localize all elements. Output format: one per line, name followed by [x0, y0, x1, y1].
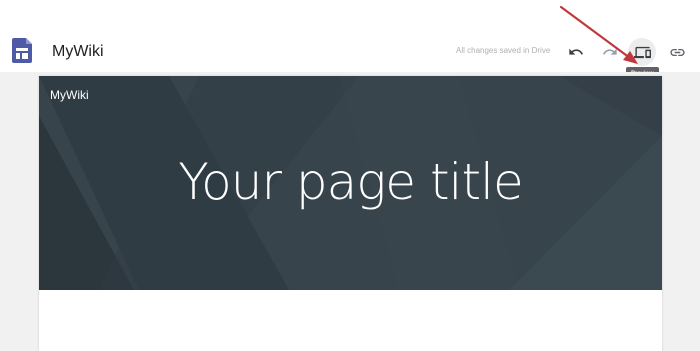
page-header-banner[interactable]: MyWiki Your page title — [39, 76, 662, 290]
editor-canvas: MyWiki Your page title — [0, 72, 700, 351]
page-title[interactable]: Your page title — [39, 152, 662, 212]
link-icon — [669, 48, 685, 56]
google-sites-editor: MyWiki All changes saved in Drive Previe… — [0, 0, 700, 351]
annotation-arrow — [559, 5, 638, 64]
google-sites-logo-icon[interactable] — [12, 38, 32, 63]
save-status-text: All changes saved in Drive — [456, 46, 551, 55]
copy-link-button[interactable] — [664, 39, 690, 65]
site-title[interactable]: MyWiki — [52, 42, 104, 62]
site-page: MyWiki Your page title — [39, 76, 662, 351]
header-site-name[interactable]: MyWiki — [50, 88, 89, 102]
